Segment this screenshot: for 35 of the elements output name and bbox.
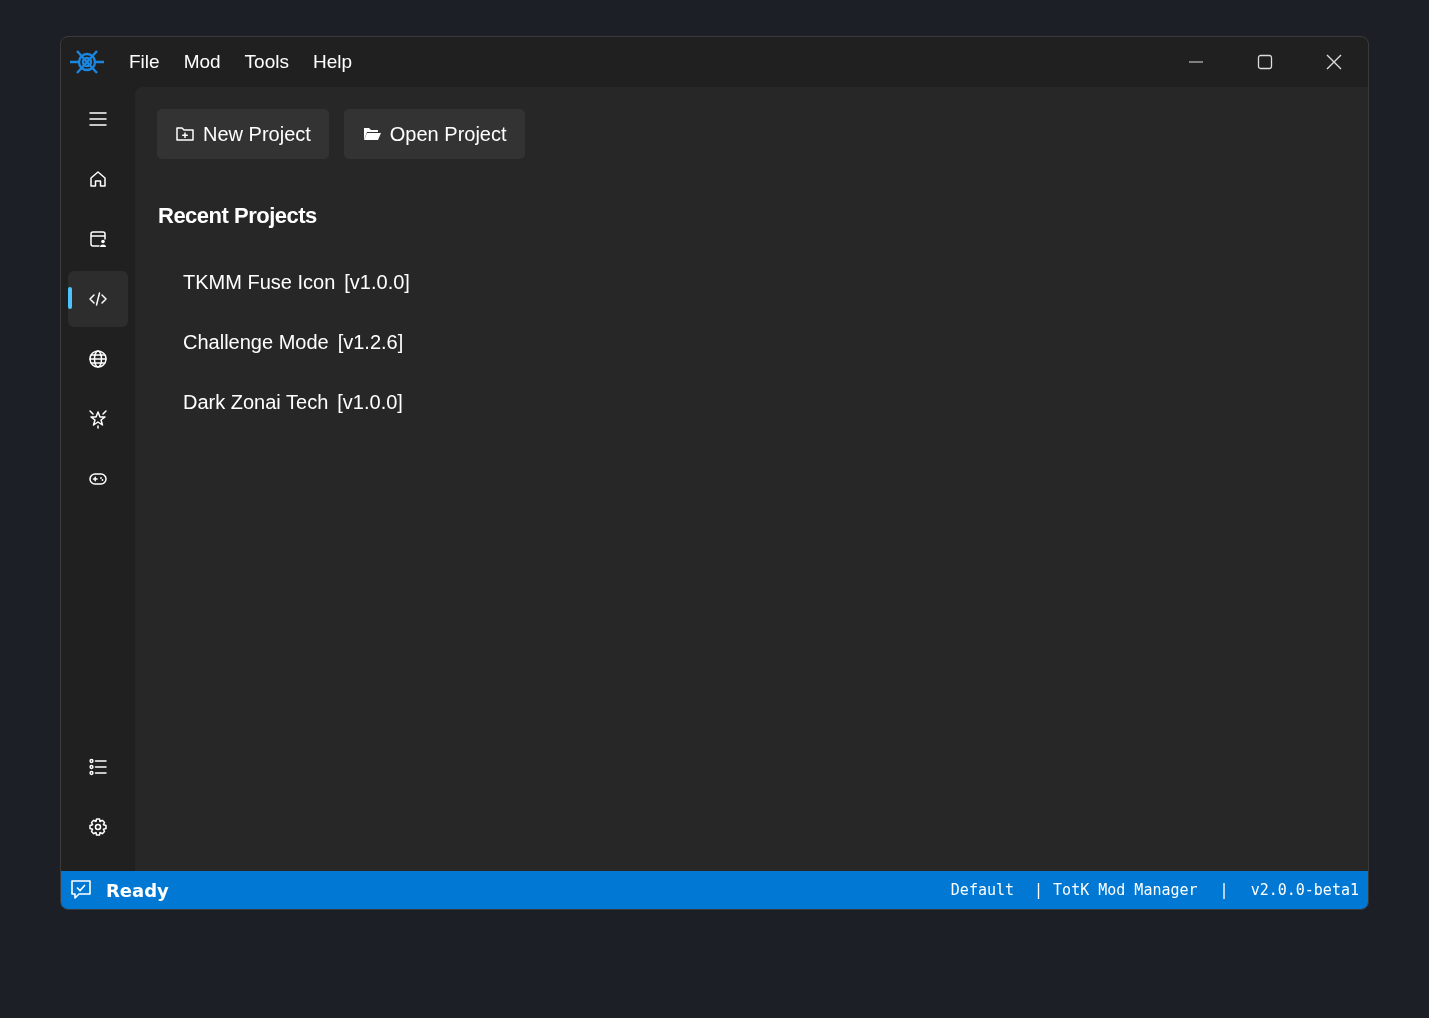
menu-icon	[88, 109, 108, 129]
close-icon	[1325, 54, 1342, 70]
separator-text: |	[1219, 881, 1229, 899]
new-project-button[interactable]: New Project	[157, 109, 329, 159]
code-icon	[88, 289, 108, 309]
profile-name: Default	[950, 881, 1015, 899]
project-version: [v1.0.0]	[344, 270, 410, 295]
project-name[interactable]: Dark Zonai Tech	[183, 389, 329, 415]
settings-icon	[88, 817, 108, 837]
open-project-button[interactable]: Open Project	[343, 109, 525, 159]
menu-item[interactable]: Mod	[171, 51, 233, 73]
app-name: TotK Mod Manager	[1053, 881, 1198, 899]
project-name[interactable]: TKMM Fuse Icon	[183, 269, 336, 295]
minimize-icon	[1188, 61, 1203, 63]
menu-item[interactable]: Help	[300, 51, 365, 73]
folder-plus-icon	[175, 124, 195, 144]
menu-item[interactable]: File	[117, 51, 172, 73]
app-logo-icon	[69, 48, 105, 76]
status-message: Ready	[106, 879, 169, 901]
window-person-icon	[88, 229, 108, 249]
message-check-icon	[70, 879, 92, 901]
menu-item[interactable]: Tools	[232, 51, 301, 73]
version-text: v2.0.0-beta1	[1250, 881, 1359, 899]
nav-item[interactable]	[68, 271, 128, 327]
home-icon	[88, 169, 108, 189]
list-icon	[88, 757, 108, 777]
globe-icon	[88, 349, 108, 369]
maximize-icon	[1256, 54, 1273, 70]
section-heading: Recent Projects	[158, 203, 318, 229]
separator-text: |	[1034, 881, 1044, 899]
selection-indicator	[68, 287, 72, 309]
project-version: [v1.0.0]	[337, 390, 403, 415]
project-version: [v1.2.6]	[337, 330, 404, 355]
project-name[interactable]: Challenge Mode	[183, 329, 329, 355]
star-burst-icon	[88, 409, 108, 429]
